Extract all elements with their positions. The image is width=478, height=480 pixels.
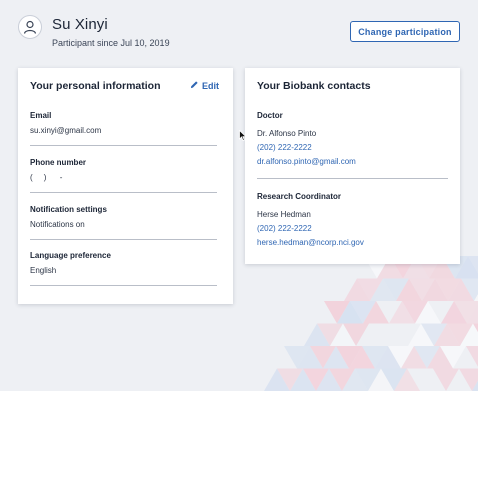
doctor-email-link[interactable]: dr.alfonso.pinto@gmail.com [257, 157, 356, 166]
edit-label: Edit [202, 80, 219, 91]
doctor-phone-link[interactable]: (202) 222-2222 [257, 143, 312, 152]
notification-settings-field: Notification settings Notifications on [30, 205, 217, 240]
biobank-contacts-card: Your Biobank contacts Doctor Dr. Alfonso… [245, 68, 460, 264]
email-label: Email [30, 111, 52, 120]
field-divider [30, 192, 217, 193]
mouse-cursor-icon [239, 130, 247, 142]
user-avatar-icon [18, 15, 42, 39]
pencil-icon [190, 80, 199, 91]
personal-information-card: Your personal information Edit Email su.… [18, 68, 233, 304]
language-preference-field: Language preference English [30, 251, 217, 286]
coordinator-email-link[interactable]: herse.hedman@ncorp.nci.gov [257, 238, 364, 247]
field-divider [30, 145, 217, 146]
notification-settings-label: Notification settings [30, 205, 107, 214]
notification-settings-value: Notifications on [30, 220, 85, 229]
email-value: su.xinyi@gmail.com [30, 126, 102, 135]
biobank-contacts-title: Your Biobank contacts [257, 80, 371, 92]
coordinator-label: Research Coordinator [257, 192, 342, 201]
personal-information-title: Your personal information [30, 80, 161, 92]
pattern-triangle [466, 346, 478, 367]
phone-value: ( ) - [30, 173, 63, 182]
phone-field: Phone number ( ) - [30, 158, 217, 193]
coordinator-name: Herse Hedman [257, 210, 311, 219]
change-participation-button[interactable]: Change participation [350, 21, 460, 42]
language-preference-value: English [30, 266, 57, 275]
participant-since: Participant since Jul 10, 2019 [52, 38, 170, 48]
contact-divider [257, 178, 448, 179]
pattern-triangle [433, 368, 459, 391]
doctor-label: Doctor [257, 111, 283, 120]
edit-button[interactable]: Edit [190, 80, 219, 91]
language-preference-label: Language preference [30, 251, 111, 260]
participant-header: Su Xinyi Participant since Jul 10, 2019 … [18, 14, 462, 54]
email-field: Email su.xinyi@gmail.com [30, 111, 217, 146]
coordinator-phone-link[interactable]: (202) 222-2222 [257, 224, 312, 233]
phone-label: Phone number [30, 158, 87, 167]
field-divider [30, 285, 217, 286]
user-name: Su Xinyi [52, 16, 108, 33]
field-divider [30, 239, 217, 240]
doctor-name: Dr. Alfonso Pinto [257, 129, 317, 138]
